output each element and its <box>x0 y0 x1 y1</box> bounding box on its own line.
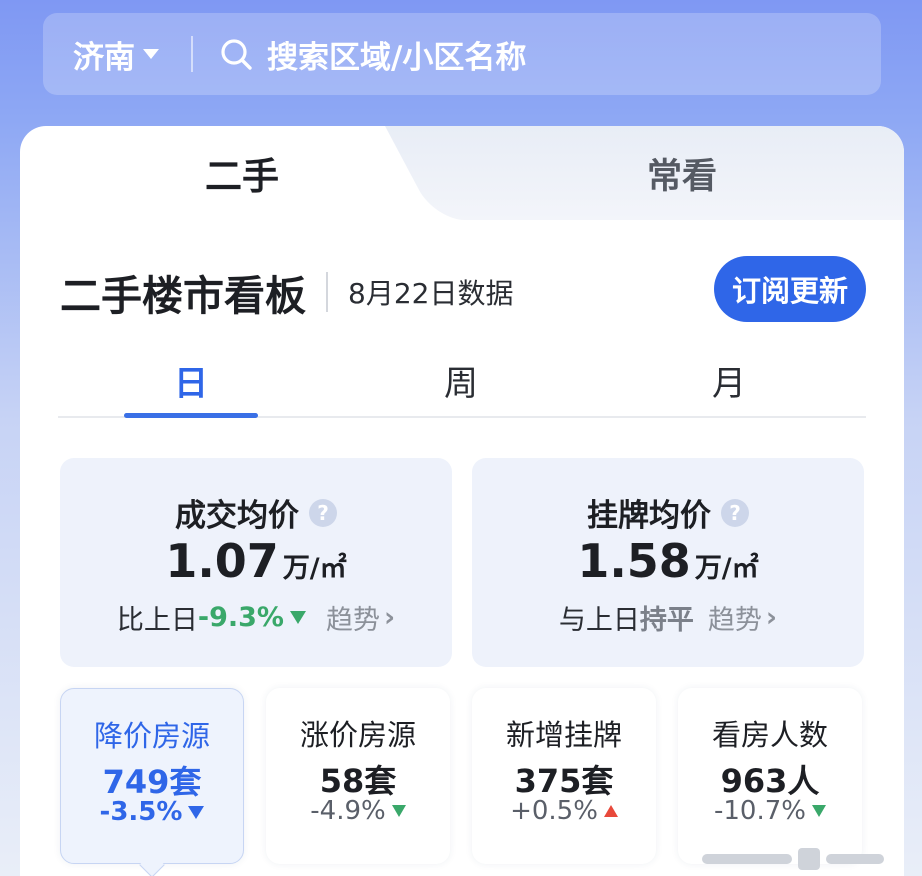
search-input[interactable]: 搜索区域/小区名称 <box>267 32 526 77</box>
help-icon[interactable]: ? <box>309 498 337 527</box>
stat-label: 涨价房源 <box>299 718 416 752</box>
down-arrow-icon <box>289 611 306 624</box>
stat-label: 新增挂牌 <box>505 718 622 752</box>
listing-price-value: 1.58 <box>577 534 691 588</box>
down-arrow-icon <box>391 805 406 817</box>
listing-compare-prefix: 与上日 <box>558 605 640 636</box>
stat-price-cut[interactable]: 降价房源 749套 -3.5% <box>60 688 244 864</box>
city-label: 济南 <box>73 39 135 76</box>
market-card: 二手 常看 二手楼市看板 8月22日数据 订阅更新 日 周 月 成交均价 ? 1… <box>20 126 904 876</box>
page-title: 二手楼市看板 <box>60 272 306 320</box>
listing-price-change: 持平 <box>639 605 694 636</box>
period-tabs: 日 周 月 <box>58 348 866 418</box>
deal-price-unit: 万/㎡ <box>282 553 347 584</box>
header-divider <box>326 272 328 312</box>
search-icon <box>219 37 253 71</box>
search-bar[interactable]: 济南 搜索区域/小区名称 <box>43 13 881 95</box>
tab-week[interactable]: 周 <box>394 356 528 405</box>
stat-viewers[interactable]: 看房人数 963人 -10.7% <box>678 688 862 864</box>
tab-second-hand[interactable]: 二手 <box>20 126 464 220</box>
stat-change: -10.7% <box>714 796 806 826</box>
listing-price-value-row: 1.58 万/㎡ <box>472 534 864 588</box>
stat-change-row: -10.7% <box>678 796 862 826</box>
deal-price-value: 1.07 <box>165 534 279 588</box>
chevron-right-icon: › <box>383 602 396 633</box>
active-tab-indicator <box>124 413 258 418</box>
city-selector[interactable]: 济南 <box>73 32 159 77</box>
stat-change: -3.5% <box>99 797 183 827</box>
deal-compare-prefix: 比上日 <box>116 605 198 636</box>
stat-label: 降价房源 <box>93 719 210 753</box>
board-header: 二手楼市看板 8月22日数据 订阅更新 <box>60 256 866 322</box>
deal-trend-link[interactable]: 趋势 <box>326 598 380 637</box>
stat-label: 看房人数 <box>711 718 828 752</box>
deal-price-label: 成交均价 <box>175 498 299 534</box>
listing-trend-link[interactable]: 趋势 <box>708 598 762 637</box>
stat-change-row: +0.5% <box>472 796 656 826</box>
stat-change-row: -4.9% <box>266 796 450 826</box>
subscribe-button[interactable]: 订阅更新 <box>714 256 866 322</box>
listing-price-unit: 万/㎡ <box>694 553 759 584</box>
deal-price-value-row: 1.07 万/㎡ <box>60 534 452 588</box>
listing-price-card[interactable]: 挂牌均价 ? 1.58 万/㎡ 与上日 持平 趋势 › <box>472 458 864 667</box>
chevron-right-icon: › <box>765 602 778 633</box>
down-arrow-icon <box>811 805 826 817</box>
data-date: 8月22日数据 <box>348 277 514 310</box>
listing-price-compare-row: 与上日 持平 趋势 › <box>472 598 864 637</box>
top-tabs: 二手 常看 <box>20 126 904 220</box>
watermark-icon <box>702 848 884 870</box>
deal-price-change: -9.3% <box>197 602 284 633</box>
help-icon[interactable]: ? <box>721 498 749 527</box>
up-arrow-icon <box>603 805 618 817</box>
search-divider <box>191 36 193 72</box>
deal-price-label-row: 成交均价 ? <box>60 490 452 535</box>
stat-new-listings[interactable]: 新增挂牌 375套 +0.5% <box>472 688 656 864</box>
stat-change-row: -3.5% <box>61 797 243 827</box>
deal-price-compare-row: 比上日 -9.3% 趋势 › <box>60 598 452 637</box>
down-arrow-icon <box>188 805 205 819</box>
stat-change: +0.5% <box>510 796 598 826</box>
stat-price-rise[interactable]: 涨价房源 58套 -4.9% <box>266 688 450 864</box>
stat-change: -4.9% <box>310 796 386 826</box>
tab-day[interactable]: 日 <box>124 356 258 405</box>
caret-down-icon <box>143 49 159 59</box>
tab-frequently-viewed[interactable]: 常看 <box>460 126 904 220</box>
listing-price-label-row: 挂牌均价 ? <box>472 490 864 535</box>
tab-month[interactable]: 月 <box>662 356 796 405</box>
deal-price-card[interactable]: 成交均价 ? 1.07 万/㎡ 比上日 -9.3% 趋势 › <box>60 458 452 667</box>
listing-price-label: 挂牌均价 <box>587 498 711 534</box>
